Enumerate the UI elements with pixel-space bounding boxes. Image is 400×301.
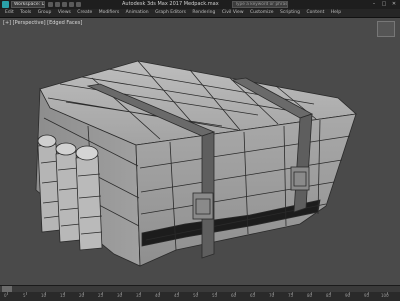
- tick-label: 90: [345, 293, 351, 298]
- tick-label: 100: [381, 293, 389, 298]
- menu-create[interactable]: Create: [77, 9, 92, 17]
- tick-label: 45: [174, 293, 180, 298]
- undo-icon[interactable]: [69, 2, 74, 7]
- tick-label: 60: [231, 293, 237, 298]
- tick-label: 80: [307, 293, 313, 298]
- tick-label: 65: [250, 293, 256, 298]
- menu-customize[interactable]: Customize: [250, 9, 274, 17]
- tick-label: 85: [326, 293, 332, 298]
- tick-label: 30: [117, 293, 123, 298]
- menu-bar: Edit Tools Group Views Create Modifiers …: [0, 9, 400, 18]
- minimize-button[interactable]: –: [370, 1, 378, 8]
- tick-mark: [7, 292, 8, 295]
- redo-icon[interactable]: [76, 2, 81, 7]
- menu-group[interactable]: Group: [38, 9, 52, 17]
- menu-civil-view[interactable]: Civil View: [222, 9, 244, 17]
- menu-edit[interactable]: Edit: [5, 9, 14, 17]
- save-icon[interactable]: [62, 2, 67, 7]
- tick-label: 35: [136, 293, 142, 298]
- menu-tools[interactable]: Tools: [20, 9, 31, 17]
- tick-label: 0: [4, 293, 7, 298]
- bottom-panel: 0 5 10 15 20 25 30 35 40 45 50 55 60 65 …: [0, 285, 400, 301]
- perspective-viewport[interactable]: [+] [Perspective] [Edged Faces]: [0, 18, 400, 285]
- tick-label: 15: [60, 293, 66, 298]
- menu-content[interactable]: Content: [306, 9, 324, 17]
- menu-graph-editors[interactable]: Graph Editors: [155, 9, 186, 17]
- tick-label: 20: [79, 293, 85, 298]
- maximize-button[interactable]: □: [380, 1, 388, 8]
- tick-label: 25: [98, 293, 104, 298]
- tick-label: 40: [155, 293, 161, 298]
- open-icon[interactable]: [55, 2, 60, 7]
- tick-label: 95: [364, 293, 370, 298]
- tick-label: 10: [41, 293, 47, 298]
- menu-modifiers[interactable]: Modifiers: [99, 9, 120, 17]
- tick-mark: [26, 292, 27, 295]
- tick-label: 55: [212, 293, 218, 298]
- medpack-model: [35, 60, 357, 267]
- search-input[interactable]: Type a keyword or phrase: [232, 1, 288, 8]
- vial-3: [75, 145, 103, 251]
- app-icon[interactable]: [2, 1, 9, 8]
- menu-scripting[interactable]: Scripting: [280, 9, 300, 17]
- tick-label: 5: [23, 293, 26, 298]
- tick-label: 75: [288, 293, 294, 298]
- workspace-dropdown[interactable]: Workspace: Default: [11, 1, 45, 8]
- menu-views[interactable]: Views: [58, 9, 71, 17]
- close-button[interactable]: ✕: [390, 1, 398, 8]
- tick-label: 70: [269, 293, 275, 298]
- window-title: Autodesk 3ds Max 2017 Medpack.max: [122, 1, 219, 7]
- title-bar: Workspace: Default Autodesk 3ds Max 2017…: [0, 0, 400, 9]
- menu-rendering[interactable]: Rendering: [192, 9, 215, 17]
- tick-label: 50: [193, 293, 199, 298]
- new-icon[interactable]: [48, 2, 53, 7]
- menu-animation[interactable]: Animation: [126, 9, 149, 17]
- menu-help[interactable]: Help: [331, 9, 341, 17]
